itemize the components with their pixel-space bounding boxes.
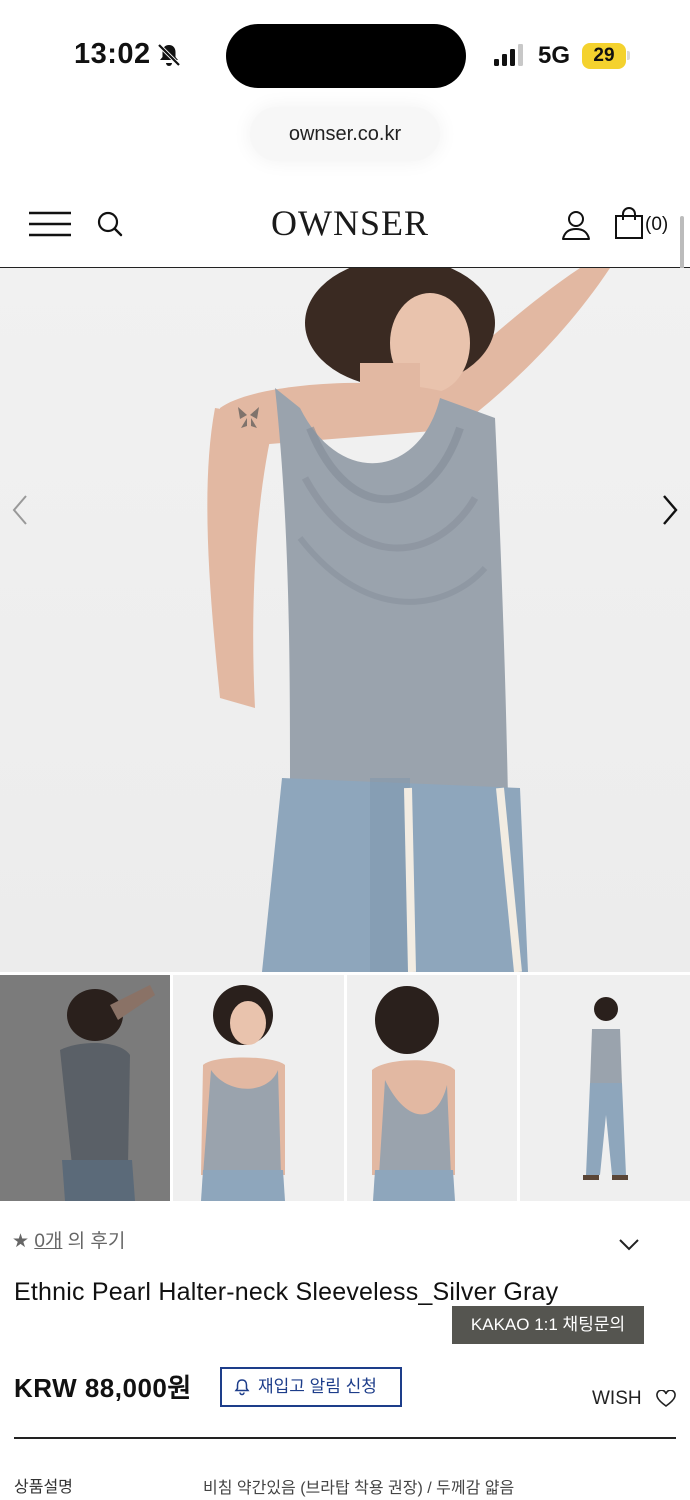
previous-image-arrow-icon[interactable]	[6, 492, 36, 528]
bell-muted-icon	[157, 43, 181, 67]
description-label: 상품설명	[14, 1479, 73, 1496]
review-suffix: 의 후기	[62, 1231, 126, 1252]
thumbnail-photo	[60, 985, 155, 1201]
review-summary: ★ 0개 의 후기	[12, 1226, 125, 1253]
shopping-bag-icon[interactable]	[614, 206, 644, 240]
description-value: 비침 약간있음 (브라탑 착용 권장) / 두께감 얇음	[203, 1480, 515, 1497]
thumbnail-4[interactable]	[519, 975, 690, 1201]
dynamic-island	[226, 24, 466, 88]
cart-count[interactable]: (0)	[645, 214, 668, 236]
user-account-icon[interactable]	[560, 208, 592, 240]
thumbnail-photo	[582, 997, 628, 1180]
thumbnail-3[interactable]	[346, 975, 517, 1201]
thumbnail-2[interactable]	[173, 975, 344, 1201]
thumbnail-photo	[371, 986, 455, 1201]
battery-indicator: 29	[582, 43, 626, 69]
chevron-down-icon[interactable]	[618, 1238, 640, 1252]
url-bar[interactable]: ownser.co.kr	[250, 107, 440, 161]
kakao-chat-button[interactable]: KAKAO 1:1 채팅문의	[452, 1306, 644, 1344]
status-time: 13:02	[74, 38, 151, 70]
bell-icon	[234, 1379, 250, 1396]
restock-alert-button[interactable]: 재입고 알림 신청	[220, 1367, 402, 1407]
next-image-arrow-icon[interactable]	[654, 492, 684, 528]
signal-icon	[494, 44, 523, 66]
battery-tip	[627, 51, 630, 60]
heart-icon[interactable]	[656, 1390, 676, 1408]
network-type: 5G	[538, 42, 571, 69]
model-photo	[207, 268, 610, 972]
product-price: KRW 88,000원	[14, 1373, 192, 1403]
product-main-image[interactable]	[0, 268, 690, 972]
product-name: Ethnic Pearl Halter-neck Sleeveless_Silv…	[14, 1278, 559, 1306]
thumbnail-strip	[0, 975, 690, 1201]
status-bar: 13:02 5G 29	[0, 0, 690, 108]
thumbnail-photo	[201, 985, 286, 1201]
star-icon: ★	[12, 1231, 35, 1252]
review-count-link[interactable]: 0개	[34, 1231, 62, 1252]
section-divider	[14, 1437, 676, 1439]
thumbnail-1[interactable]	[0, 975, 171, 1201]
wish-button[interactable]: WISH	[592, 1388, 642, 1410]
site-header: OWNSER (0)	[0, 180, 690, 268]
restock-alert-label: 재입고 알림 신청	[258, 1377, 377, 1396]
